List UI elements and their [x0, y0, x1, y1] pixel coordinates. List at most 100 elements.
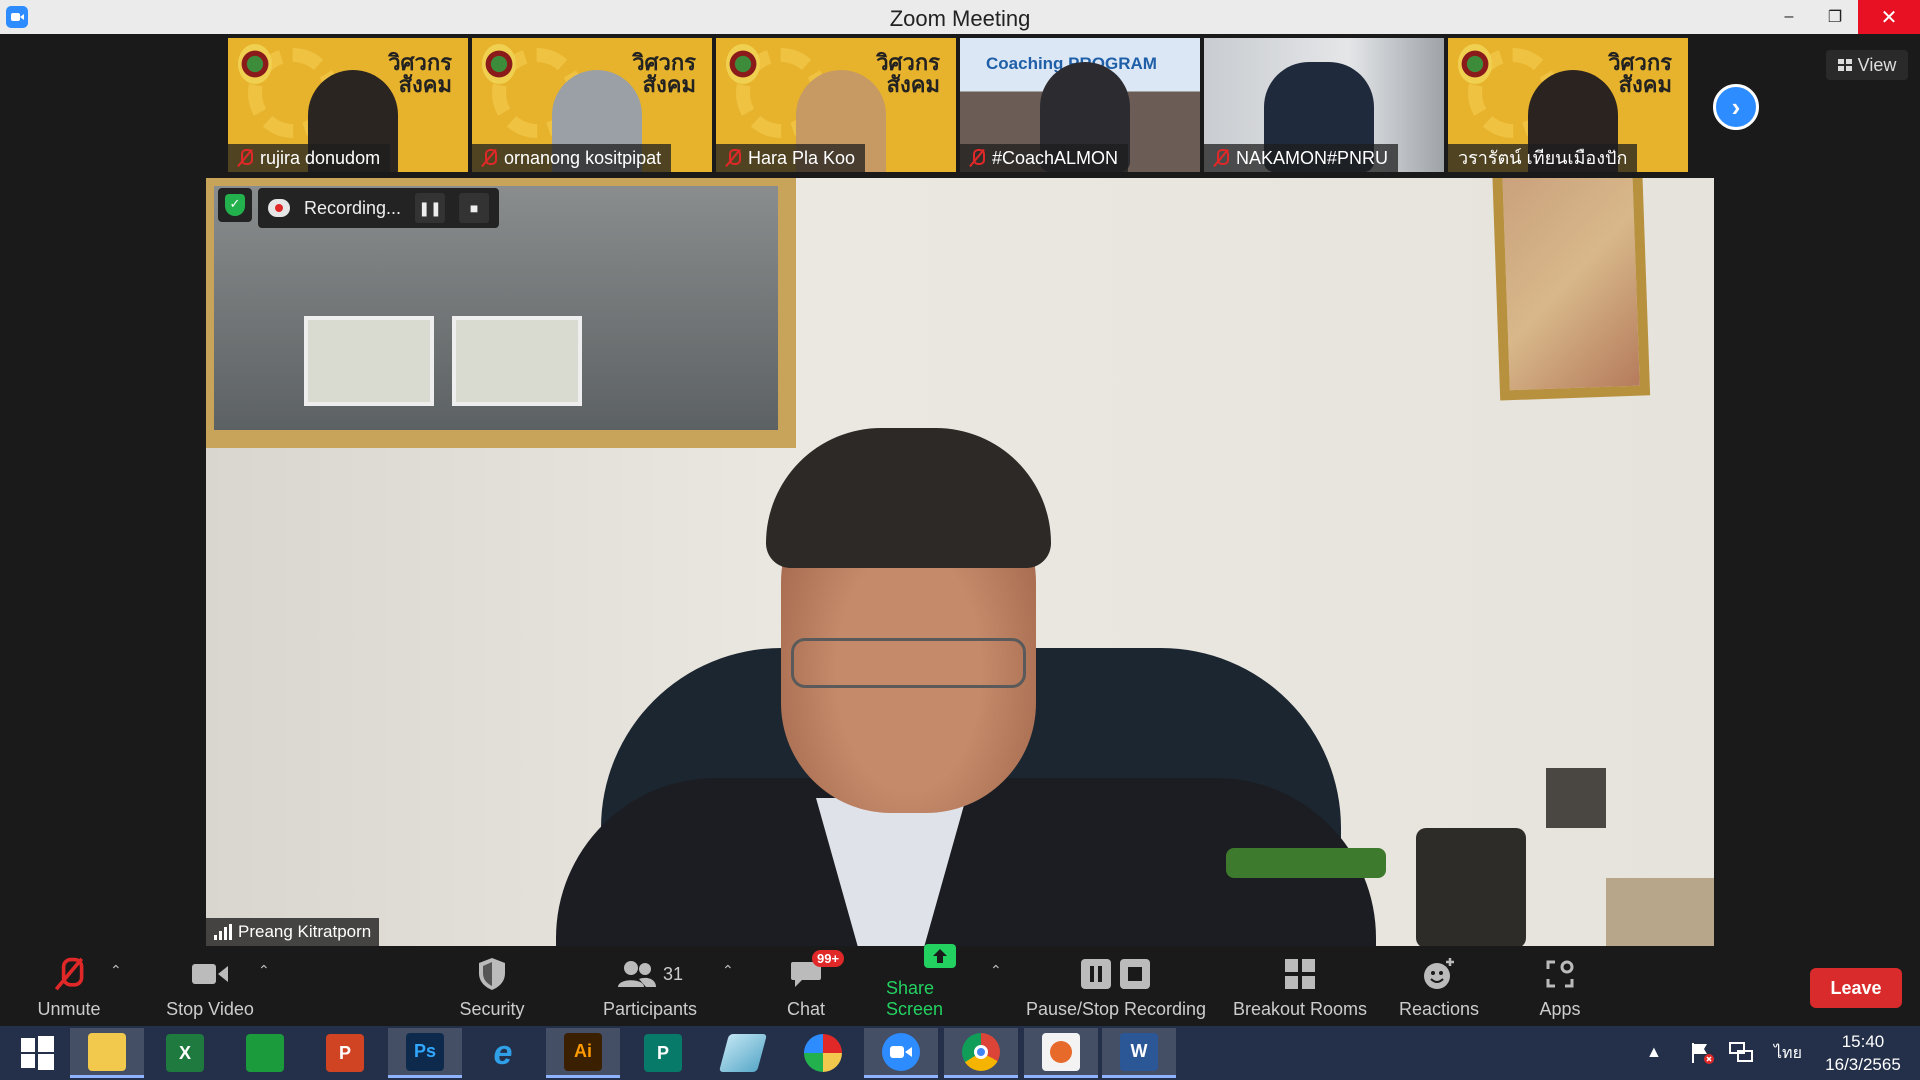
tray-expand-icon[interactable]: ▲	[1646, 1026, 1662, 1080]
participant-name-bar: ornanong kositpipat	[472, 144, 672, 172]
participant-name: rujira donudom	[260, 148, 381, 168]
university-logo	[726, 44, 760, 84]
participant-name-bar: rujira donudom	[228, 144, 391, 172]
participant-tile[interactable]: วิศวกร สังคม rujira donudom	[228, 38, 468, 172]
app-icon	[718, 1034, 768, 1072]
grid-icon	[1837, 59, 1852, 71]
leave-button[interactable]: Leave	[1810, 968, 1902, 1008]
taskbar-app[interactable]	[786, 1028, 860, 1078]
breakout-rooms-button[interactable]: Breakout Rooms	[1232, 946, 1368, 1026]
chat-label: Chat	[786, 999, 826, 1019]
share-options-caret[interactable]: ⌃	[990, 962, 1002, 979]
brand-text: วิศวกร สังคม	[388, 50, 452, 97]
share-screen-label: Share Screen	[886, 978, 944, 1019]
publisher-icon: P	[644, 1034, 682, 1072]
language-indicator[interactable]: ไทย	[1774, 1026, 1802, 1080]
brand-text: วิศวกร สังคม	[632, 50, 696, 97]
clock[interactable]: 15:40 16/3/2565	[1808, 1030, 1918, 1076]
window-title: Zoom Meeting	[889, 6, 1031, 31]
video-camera-icon	[191, 955, 229, 993]
participants-options-caret[interactable]: ⌃	[722, 962, 734, 979]
participant-tile[interactable]: Coaching PROGRAM #CoachALMON	[960, 38, 1200, 172]
close-button[interactable]: ✕	[1858, 0, 1920, 34]
cloud-record-icon	[268, 199, 290, 217]
word-icon: W	[1120, 1032, 1158, 1071]
taskbar-app[interactable]: e	[466, 1028, 540, 1078]
office-icon	[1042, 1032, 1080, 1071]
taskbar-app[interactable]: X	[148, 1028, 222, 1078]
pause-recording-button[interactable]: ❚❚	[415, 193, 446, 223]
stop-recording-button[interactable]: ■	[459, 193, 490, 223]
breakout-rooms-icon	[1284, 955, 1316, 993]
participant-tile[interactable]: NAKAMON#PNRU	[1204, 38, 1444, 172]
university-logo	[1458, 44, 1492, 84]
chat-button[interactable]: 99+ Chat	[780, 946, 845, 1026]
pause-stop-recording-button[interactable]: Pause/Stop Recording	[1025, 946, 1207, 1026]
clock-time: 15:40	[1841, 1032, 1885, 1051]
audio-options-caret[interactable]: ⌃	[110, 962, 122, 979]
start-button[interactable]	[0, 1028, 74, 1078]
taskbar-app[interactable]: P	[308, 1028, 382, 1078]
taskbar-app[interactable]	[706, 1028, 780, 1078]
action-center-flag-icon[interactable]	[1690, 1026, 1714, 1080]
recording-controls-label: Pause/Stop Recording	[1025, 999, 1207, 1019]
taskbar-app[interactable]: P	[626, 1028, 700, 1078]
speaker-name: Preang Kitratporn	[238, 922, 372, 941]
photo	[304, 316, 434, 406]
university-logo	[482, 44, 516, 84]
security-button[interactable]: Security	[450, 946, 534, 1026]
participant-name-bar: NAKAMON#PNRU	[1204, 144, 1399, 172]
wall-painting	[1491, 178, 1651, 401]
participant-tile[interactable]: วิศวกร สังคม วรารัตน์ เทียนเมืองปัก	[1448, 38, 1688, 172]
taskbar-app[interactable]	[1024, 1028, 1098, 1078]
smiley-plus-icon	[1422, 955, 1456, 993]
apps-button[interactable]: Apps	[1535, 946, 1585, 1026]
minimize-button[interactable]: –	[1766, 0, 1812, 34]
network-icon[interactable]	[1728, 1026, 1754, 1080]
participant-name: #CoachALMON	[992, 148, 1119, 168]
chrome-icon	[962, 1032, 1000, 1071]
chevron-right-icon: ›	[1731, 91, 1741, 122]
speaker-glasses	[791, 638, 1026, 688]
maximize-button[interactable]: ❐	[1812, 0, 1858, 34]
taskbar-app[interactable]	[944, 1028, 1018, 1078]
share-screen-button[interactable]: Share Screen	[886, 944, 994, 1026]
view-button[interactable]: View	[1826, 50, 1908, 80]
photoshop-icon: Ps	[406, 1032, 444, 1071]
participant-name-bar: วรารัตน์ เทียนเมืองปัก	[1448, 144, 1638, 172]
encryption-shield-icon[interactable]: ✓	[218, 188, 252, 222]
taskbar-app[interactable]: Ai	[546, 1028, 620, 1078]
taskbar-app[interactable]: Ps	[388, 1028, 462, 1078]
share-screen-icon	[923, 942, 957, 972]
taskbar-app[interactable]	[864, 1028, 938, 1078]
pause-icon: ❚❚	[418, 199, 442, 216]
unmute-button[interactable]: Unmute	[28, 946, 110, 1026]
excel-icon: X	[166, 1034, 204, 1072]
participant-name: ornanong kositpipat	[504, 148, 662, 168]
reactions-button[interactable]: Reactions	[1398, 946, 1480, 1026]
windows-taskbar: X P Ps e Ai P W ▲ ไทย 15:40 16/3/2565	[0, 1026, 1920, 1080]
mic-muted-icon	[1214, 149, 1229, 167]
zoom-icon	[882, 1032, 920, 1071]
mic-muted-icon	[726, 149, 741, 167]
participant-tile[interactable]: วิศวกร สังคม ornanong kositpipat	[472, 38, 712, 172]
stop-video-button[interactable]: Stop Video	[155, 946, 265, 1026]
recording-indicator: ✓ Recording... ❚❚ ■	[218, 188, 500, 228]
participants-button[interactable]: 31 Participants	[595, 946, 705, 1026]
video-options-caret[interactable]: ⌃	[258, 962, 270, 979]
illustrator-icon: Ai	[564, 1032, 602, 1071]
meeting-toolbar: Unmute ⌃ Stop Video ⌃ Security 31 Partic…	[0, 944, 1920, 1026]
apps-label: Apps	[1539, 999, 1581, 1019]
participant-tile[interactable]: วิศวกร สังคม Hara Pla Koo	[716, 38, 956, 172]
taskbar-app[interactable]	[70, 1028, 144, 1078]
participant-name: NAKAMON#PNRU	[1236, 148, 1389, 168]
photoscape-icon	[804, 1034, 842, 1072]
zoom-meeting-window: Zoom Meeting – ❐ ✕ วิศวกร สังคม rujira do…	[0, 0, 1920, 1080]
reactions-label: Reactions	[1398, 999, 1480, 1019]
participant-gallery: วิศวกร สังคม rujira donudom วิศวกร สังคม o…	[0, 34, 1920, 176]
powerpoint-icon: P	[326, 1034, 364, 1072]
taskbar-app[interactable]	[228, 1028, 302, 1078]
taskbar-app[interactable]: W	[1102, 1028, 1176, 1078]
university-logo	[238, 44, 272, 84]
next-page-button[interactable]: ›	[1713, 84, 1759, 130]
